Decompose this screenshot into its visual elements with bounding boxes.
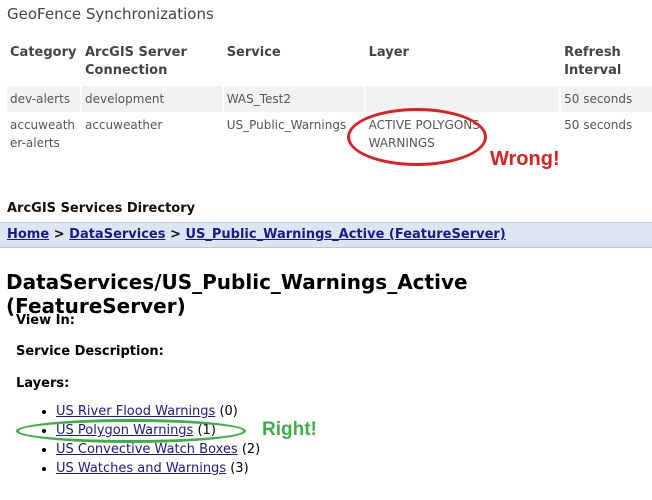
list-item: US Watches and Warnings (3) (56, 459, 260, 478)
cell-service: WAS_Test2 (221, 86, 365, 112)
layer-link-convective[interactable]: US Convective Watch Boxes (56, 442, 238, 457)
geofence-table: Category ArcGIS Server Connection Servic… (7, 42, 652, 156)
cell-connection: accuweather (79, 112, 223, 156)
breadcrumb-separator: > (53, 227, 65, 242)
breadcrumb-dataservices-link[interactable]: DataServices (69, 227, 165, 242)
layer-id: (3) (230, 461, 249, 476)
breadcrumb-service-link[interactable]: US_Public_Warnings_Active (FeatureServer… (185, 227, 505, 242)
breadcrumb: Home > DataServices > US_Public_Warnings… (7, 227, 506, 242)
cell-category: accuweather-alerts (10, 118, 76, 150)
col-header-refresh[interactable]: Refresh Interval (559, 42, 652, 86)
cell-refresh: 50 seconds (559, 86, 652, 112)
service-description-label: Service Description: (16, 344, 164, 359)
breadcrumb-separator: > (170, 227, 181, 242)
layers-label: Layers: (16, 376, 70, 391)
layer-id: (2) (241, 442, 261, 457)
layer-link-watches[interactable]: US Watches and Warnings (56, 461, 226, 476)
cell-service: US_Public_Warnings (221, 112, 365, 156)
page-title: DataServices/US_Public_Warnings_Active (… (6, 270, 468, 318)
col-header-layer[interactable]: Layer (363, 42, 561, 86)
table-row[interactable]: dev-alerts development WAS_Test2 50 seco… (7, 86, 652, 112)
col-header-service[interactable]: Service (221, 42, 365, 86)
breadcrumb-home-link[interactable]: Home (7, 227, 49, 242)
view-in-label: View In: (16, 313, 75, 328)
right-highlight-circle (16, 419, 246, 443)
cell-layer (363, 86, 561, 112)
right-annotation: Right! (262, 419, 317, 440)
geofence-title: GeoFence Synchronizations (7, 5, 214, 23)
cell-category: dev-alerts (7, 86, 81, 112)
table-header-row: Category ArcGIS Server Connection Servic… (7, 42, 652, 86)
cell-refresh: 50 seconds (559, 112, 652, 156)
col-header-connection[interactable]: ArcGIS Server Connection (79, 42, 223, 86)
list-item: US Convective Watch Boxes (2) (56, 440, 260, 459)
cell-connection: development (79, 86, 223, 112)
wrong-highlight-circle (347, 108, 487, 166)
directory-title: ArcGIS Services Directory (7, 201, 196, 216)
col-header-category[interactable]: Category (7, 42, 81, 86)
layer-link-river-flood[interactable]: US River Flood Warnings (56, 404, 215, 419)
layer-id: (0) (219, 404, 238, 419)
wrong-annotation: Wrong! (490, 148, 560, 170)
list-item: US River Flood Warnings (0) (56, 402, 260, 421)
